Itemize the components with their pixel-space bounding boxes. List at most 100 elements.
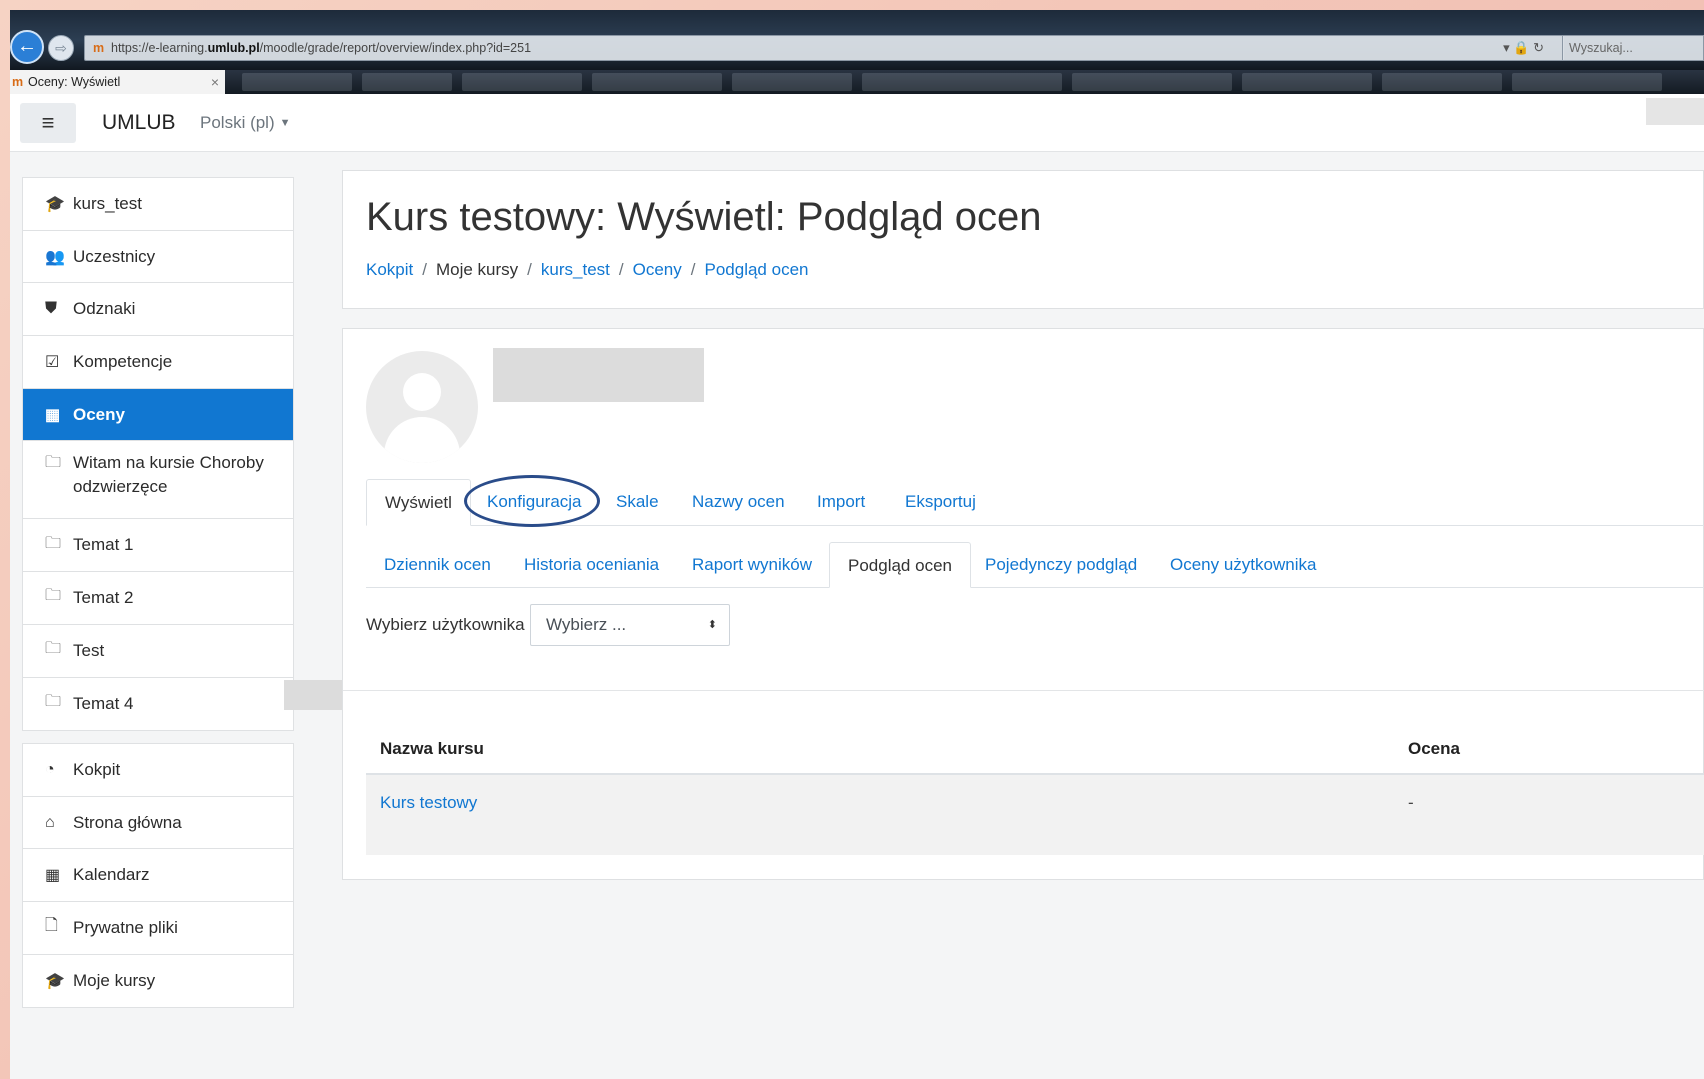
tab-raport-wynikow[interactable]: Raport wyników (674, 542, 830, 588)
sidebar-item-prywatne-pliki[interactable]: 🗋 Prywatne pliki (23, 902, 293, 955)
grade-value: - (1408, 793, 1414, 812)
breadcrumb: Kokpit / Moje kursy / kurs_test / Oceny / Podglą… (366, 260, 808, 280)
column-header-course: Nazwa kursu (380, 739, 484, 758)
sidebar-item-temat-2[interactable]: 🗀 Temat 2 (23, 572, 293, 625)
breadcrumb-moje-kursy: Moje kursy (435, 260, 519, 279)
dropdown-icon[interactable]: ▾ (1503, 40, 1510, 55)
sidebar-item-kokpit[interactable]: ◔ Kokpit (23, 744, 293, 797)
site-brand[interactable]: UMLUB (102, 94, 176, 152)
moodle-favicon-icon: m (12, 75, 24, 89)
tab-import[interactable]: Import (799, 479, 883, 526)
sidebar-item-kalendarz[interactable]: ▦ Kalendarz (23, 849, 293, 903)
folder-icon: 🗀 (45, 454, 62, 472)
bookmark-item[interactable] (1072, 73, 1232, 91)
main-region: Kurs testowy: Wyświetl: Podgląd ocen Kok… (342, 170, 1704, 1070)
tab-pojedynczy-podglad[interactable]: Pojedynczy podgląd (967, 542, 1155, 588)
select-arrows-icon: ⬍ (707, 619, 717, 631)
breadcrumb-separator: / (527, 260, 532, 279)
breadcrumb-kokpit[interactable]: Kokpit (366, 260, 413, 279)
sidebar-item-oceny[interactable]: ▦ Oceny (23, 388, 293, 442)
sidebar-item-moje-kursy[interactable]: 🎓 Moje kursy (23, 955, 293, 1008)
divider (343, 690, 1704, 691)
bookmark-item[interactable] (732, 73, 852, 91)
sidebar-item-witam[interactable]: 🗀 Witam na kursie Choroby odzwierzęce (23, 441, 293, 520)
breadcrumb-podglad-ocen[interactable]: Podgląd ocen (705, 260, 809, 279)
language-menu[interactable]: Polski (pl) ▼ (200, 94, 291, 152)
dashboard-icon: ◔ (45, 760, 55, 778)
tab-skale[interactable]: Skale (598, 479, 677, 526)
browser-tab-strip: m Oceny: Wyświetl × (10, 70, 1704, 94)
url-bar[interactable]: m https://e-learning.umlub.pl/moodle/gra… (84, 35, 1564, 61)
bookmark-item[interactable] (362, 73, 452, 91)
bookmark-item[interactable] (1382, 73, 1502, 91)
tab-nazwy-ocen[interactable]: Nazwy ocen (674, 479, 803, 526)
sidebar-item-label: Test (73, 640, 105, 660)
file-icon: 🗋 (45, 917, 58, 935)
bookmark-item[interactable] (462, 73, 582, 91)
forward-arrow-icon[interactable]: ⇨ (48, 35, 74, 61)
tab-wyswietl[interactable]: Wyświetl (366, 479, 471, 526)
tab-konfiguracja[interactable]: Konfiguracja (469, 479, 600, 526)
sidebar-item-test[interactable]: 🗀 Test (23, 625, 293, 678)
breadcrumb-oceny[interactable]: Oceny (633, 260, 682, 279)
sidebar-item-uczestnicy[interactable]: 👥 Uczestnicy (23, 231, 293, 284)
bookmark-item[interactable] (1242, 73, 1372, 91)
users-icon: 👥 (45, 248, 65, 266)
tab-podglad-ocen[interactable]: Podgląd ocen (829, 542, 971, 588)
avatar[interactable] (366, 351, 478, 463)
browser-tab-active[interactable]: m Oceny: Wyświetl × (10, 70, 225, 94)
graduation-cap-icon: 🎓 (45, 195, 65, 213)
tab-historia-oceniania[interactable]: Historia oceniania (506, 542, 677, 588)
sidebar-item-label: Strona główna (73, 812, 182, 832)
menu-icon[interactable]: ≡ (20, 103, 76, 143)
site-nav-block: ◔ Kokpit ⌂ Strona główna ▦ Kalendarz 🗋 P… (22, 743, 294, 1009)
graduation-cap-icon: 🎓 (45, 973, 65, 991)
primary-tabs: Wyświetl Konfiguracja Skale Nazwy ocen I… (366, 479, 1704, 526)
user-select-label: Wybierz użytkownika (366, 615, 525, 634)
refresh-icon[interactable]: ↻ (1533, 40, 1544, 55)
sidebar-item-strona-glowna[interactable]: ⌂ Strona główna (23, 797, 293, 850)
avatar-body-shape (384, 417, 460, 463)
url-domain: umlub.pl (207, 41, 260, 55)
close-icon[interactable]: × (211, 70, 219, 94)
sidebar-item-label: Kokpit (73, 759, 121, 779)
sidebar-item-label: Temat 1 (73, 535, 134, 555)
tab-eksportuj[interactable]: Eksportuj (887, 479, 994, 526)
table-row: Kurs testowy - (366, 775, 1704, 855)
sidebar-item-temat-1[interactable]: 🗀 Temat 1 (23, 519, 293, 573)
browser-search-input[interactable]: Wyszukaj... (1562, 35, 1704, 61)
page-header: Kurs testowy: Wyświetl: Podgląd ocen Kok… (342, 170, 1704, 309)
bookmark-item[interactable] (862, 73, 1062, 91)
lock-icon: 🔒 (1513, 40, 1530, 55)
browser-tab-title: Oceny: Wyświetl (28, 75, 121, 89)
folder-icon: 🗀 (45, 534, 62, 552)
sidebar-item-label: Uczestnicy (73, 246, 156, 266)
bookmark-item[interactable] (592, 73, 722, 91)
sidebar-item-temat-4[interactable]: 🗀 Temat 4 (23, 678, 293, 731)
redacted-user-name (493, 348, 704, 402)
sidebar-item-kompetencje[interactable]: ☑ Kompetencje (23, 336, 293, 389)
breadcrumb-separator: / (690, 260, 696, 279)
bookmark-item[interactable] (1512, 73, 1662, 91)
screenshot-frame: ← ⇨ m https://e-learning.umlub.pl/moodle… (10, 10, 1704, 1079)
sidebar-item-label: Witam na kursie Choroby odzwierzęce (73, 453, 264, 497)
calendar-icon: ▦ (45, 867, 61, 885)
grade-table: Nazwa kursu Ocena Kurs testowy - (366, 727, 1704, 855)
breadcrumb-kurs-test[interactable]: kurs_test (541, 260, 610, 279)
bookmark-item[interactable] (242, 73, 352, 91)
back-arrow-icon[interactable]: ← (10, 30, 44, 64)
sidebar-item-label: Odznaki (73, 299, 136, 319)
page-title: Kurs testowy: Wyświetl: Podgląd ocen (366, 195, 1042, 239)
browser-toolbar: ← ⇨ m https://e-learning.umlub.pl/moodle… (10, 10, 1704, 70)
course-link[interactable]: Kurs testowy (380, 789, 477, 817)
user-select[interactable]: Wybierz ... ⬍ (530, 604, 730, 646)
avatar-head-shape (403, 373, 441, 411)
tab-oceny-uzytkownika[interactable]: Oceny użytkownika (1152, 542, 1334, 588)
tab-dziennik-ocen[interactable]: Dziennik ocen (366, 542, 509, 588)
folder-icon: 🗀 (45, 693, 62, 711)
sidebar-item-kurs-test[interactable]: 🎓 kurs_test (23, 178, 293, 231)
grade-overview-card: Wyświetl Konfiguracja Skale Nazwy ocen I… (342, 328, 1704, 880)
breadcrumb-separator: / (422, 260, 427, 279)
sidebar-item-odznaki[interactable]: ⛊ Odznaki (23, 283, 293, 337)
shield-icon: ⛊ (45, 300, 58, 318)
